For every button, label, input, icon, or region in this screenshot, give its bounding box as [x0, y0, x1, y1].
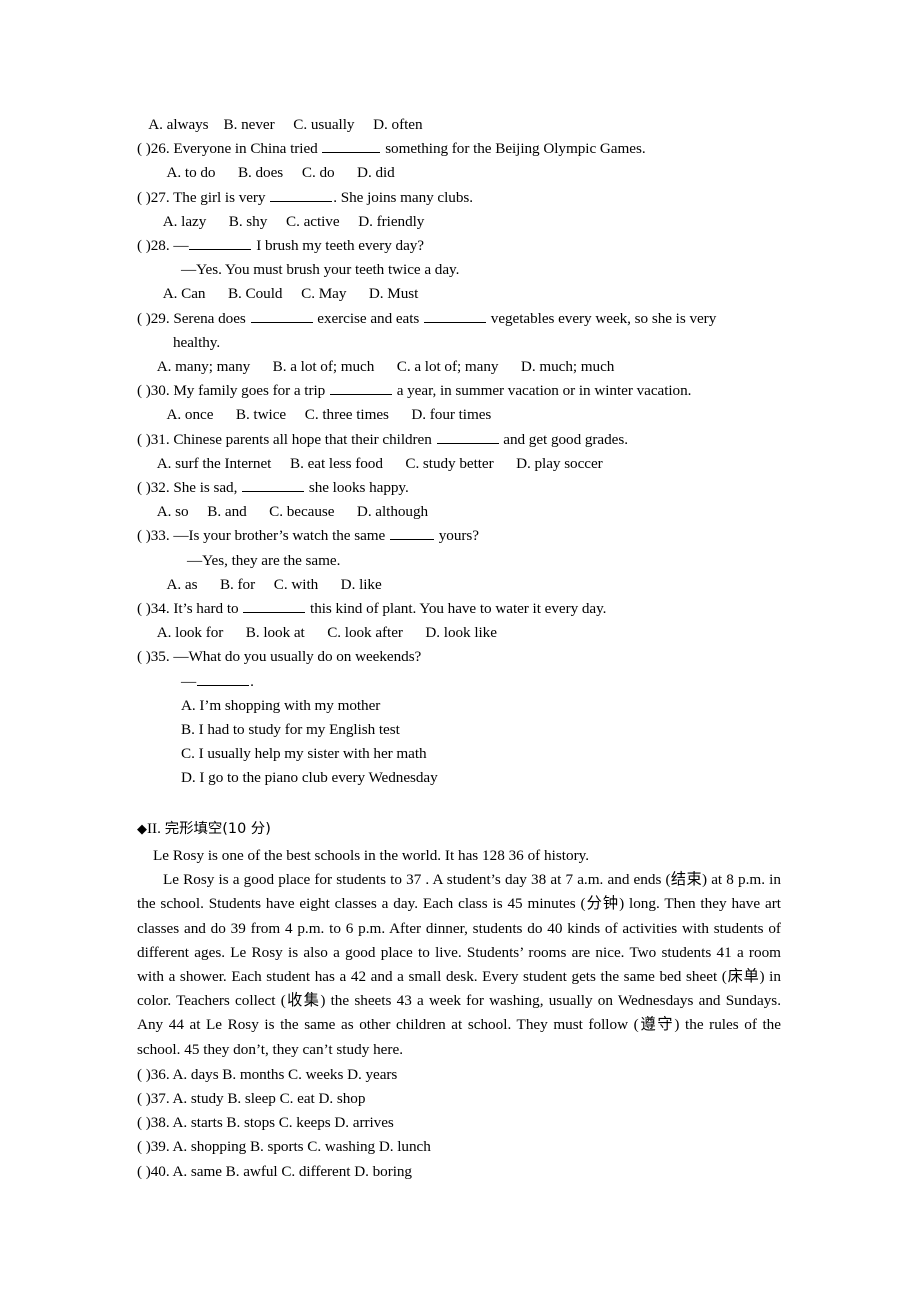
q27-blank	[270, 187, 333, 202]
q26-stem-post: something for the Beijing Olympic Games.	[381, 140, 646, 158]
q30-options: A. once B. twice C. three times D. four …	[159, 406, 492, 424]
q37-options: ( )37. A. study B. sleep C. eat D. shop	[137, 1089, 366, 1107]
q35-choice-c: C. I usually help my sister with her mat…	[181, 745, 427, 763]
q32-stem: ( )32. She is sad, she looks happy.	[137, 476, 781, 500]
section-2-score: (10 分)	[222, 820, 271, 837]
q34-options: A. look for B. look at C. look after D. …	[153, 624, 497, 642]
q35-answer-blank-line: —.	[137, 670, 781, 694]
q36-options: ( )36. A. days B. months C. weeks D. yea…	[137, 1065, 398, 1083]
q27-stem-post: . She joins many clubs.	[333, 188, 473, 206]
q35-choice-a: A. I’m shopping with my mother	[181, 696, 381, 714]
q28-blank	[189, 235, 252, 251]
q34-stem-pre: ( )34. It’s hard to	[137, 600, 243, 618]
cloze-passage-intro: Le Rosy is one of the best schools in th…	[153, 846, 590, 864]
q29-stem-post: vegetables every week, so she is very	[487, 309, 717, 327]
q30-stem-post: a year, in summer vacation or in winter …	[392, 382, 692, 400]
q27-stem-pre: ( )27. The girl is very	[137, 188, 270, 206]
q34-stem: ( )34. It’s hard to this kind of plant. …	[137, 597, 781, 621]
q29-stem-pre: ( )29. Serena does	[137, 309, 250, 327]
q35-choice-d: D. I go to the piano club every Wednesda…	[181, 769, 438, 787]
q29-stem-mid: exercise and eats	[313, 309, 424, 327]
q32-stem-post: she looks happy.	[305, 479, 409, 497]
q38-options: ( )38. A. starts B. stops C. keeps D. ar…	[137, 1114, 394, 1132]
cloze-passage-body: Le Rosy is a good place for students to …	[137, 871, 781, 1058]
section-2-heading: ◆II. 完形填空(10 分)	[137, 817, 781, 842]
q35-choice-b: B. I had to study for my English test	[181, 721, 400, 739]
q27-stem: ( )27. The girl is very . She joins many…	[137, 186, 781, 210]
q26-options: A. to do B. does C. do D. did	[159, 164, 395, 182]
exam-paper-page: A. always B. never C. usually D. often (…	[0, 0, 920, 1302]
q29-stem-wrap: healthy.	[173, 333, 221, 351]
q34-stem-post: this kind of plant. You have to water it…	[306, 600, 607, 618]
q26-stem-pre: ( )26. Everyone in China tried	[137, 140, 322, 158]
q31-stem: ( )31. Chinese parents all hope that the…	[137, 428, 781, 452]
q35-stem: ( )35. —What do you usually do on weeken…	[137, 648, 422, 666]
q39-options: ( )39. A. shopping B. sports C. washing …	[137, 1138, 431, 1156]
q33-stem-post: yours?	[435, 527, 479, 545]
q26-stem: ( )26. Everyone in China tried something…	[137, 137, 781, 161]
diamond-bullet-icon: ◆	[137, 821, 147, 837]
q30-stem: ( )30. My family goes for a trip a year,…	[137, 379, 781, 403]
q29-blank-1	[250, 308, 313, 323]
q35-period: .	[250, 672, 254, 690]
q31-blank	[436, 429, 499, 444]
section-2-title-cjk: 完形填空	[164, 820, 223, 837]
page-content: A. always B. never C. usually D. often (…	[137, 113, 781, 1184]
q29-blank-2	[424, 308, 487, 323]
q35-dash: —	[181, 672, 197, 690]
q32-options: A. so B. and C. because D. although	[153, 503, 429, 521]
q28-dialogue: —Yes. You must brush your teeth twice a …	[181, 261, 460, 279]
q33-options: A. as B. for C. with D. like	[159, 575, 382, 593]
q28-stem-pre: ( )28. —	[137, 237, 189, 255]
q27-options: A. lazy B. shy C. active D. friendly	[159, 212, 425, 230]
q28-options: A. Can B. Could C. May D. Must	[159, 285, 419, 303]
q32-stem-pre: ( )32. She is sad,	[137, 479, 242, 497]
q30-blank	[329, 380, 392, 396]
q33-dialogue: —Yes, they are the same.	[187, 551, 341, 569]
q31-options: A. surf the Internet B. eat less food C.…	[153, 454, 603, 472]
q33-stem: ( )33. —Is your brother’s watch the same…	[137, 524, 781, 548]
cloze-answer-list: ( )36. A. days B. months C. weeks D. yea…	[137, 1063, 781, 1184]
q33-blank	[390, 525, 434, 541]
q40-options: ( )40. A. same B. awful C. different D. …	[137, 1162, 412, 1180]
q31-stem-post: and get good grades.	[499, 430, 628, 448]
q35-blank	[197, 671, 250, 686]
section-2-roman: II.	[147, 819, 161, 837]
q34-blank	[243, 598, 306, 614]
q29-options: A. many; many B. a lot of; much C. a lot…	[153, 358, 615, 376]
q33-stem-pre: ( )33. —Is your brother’s watch the same	[137, 527, 389, 545]
q29-stem: ( )29. Serena does exercise and eats veg…	[137, 307, 781, 331]
q30-stem-pre: ( )30. My family goes for a trip	[137, 382, 329, 400]
q26-blank	[322, 138, 381, 154]
q28-stem-post: I brush my teeth every day?	[252, 237, 424, 255]
q28-stem: ( )28. — I brush my teeth every day?	[137, 234, 781, 258]
q31-stem-pre: ( )31. Chinese parents all hope that the…	[137, 430, 436, 448]
q32-blank	[242, 477, 305, 493]
q25-options: A. always B. never C. usually D. often	[137, 116, 423, 133]
